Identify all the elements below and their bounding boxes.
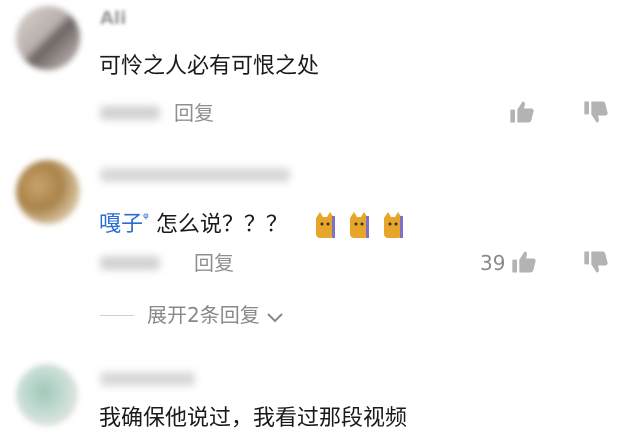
thumbs-down-icon[interactable] (582, 98, 610, 126)
cat-emoji (348, 210, 370, 240)
comment-text: 嘎子ᵠ 怎么说？？？ (99, 204, 416, 240)
comment-text: 可怜之人必有可恨之处 (99, 54, 320, 79)
author-name[interactable]: Ali (100, 8, 126, 29)
timestamp (100, 106, 160, 120)
avatar[interactable] (16, 160, 80, 224)
avatar[interactable] (16, 6, 80, 70)
thumbs-up-icon[interactable] (508, 98, 536, 126)
cat-emoji (382, 210, 404, 240)
chevron-down-icon (266, 304, 284, 330)
expand-divider (100, 315, 134, 316)
comment-text: 我确保他说过，我看过那段视频 (99, 406, 408, 431)
author-name[interactable] (100, 372, 195, 386)
thumbs-up-icon[interactable] (510, 248, 538, 276)
author-name[interactable] (100, 168, 290, 182)
mention-link[interactable]: 嘎子ᵠ (99, 211, 156, 237)
like-count: 39 (480, 251, 506, 275)
expand-replies-button[interactable]: 展开2条回复 (147, 302, 284, 330)
avatar[interactable] (16, 364, 78, 426)
cat-emoji (314, 210, 336, 240)
timestamp (100, 256, 160, 270)
thumbs-down-icon[interactable] (582, 248, 610, 276)
reply-button[interactable]: 回复 (174, 100, 214, 126)
reply-button[interactable]: 回复 (194, 250, 234, 276)
